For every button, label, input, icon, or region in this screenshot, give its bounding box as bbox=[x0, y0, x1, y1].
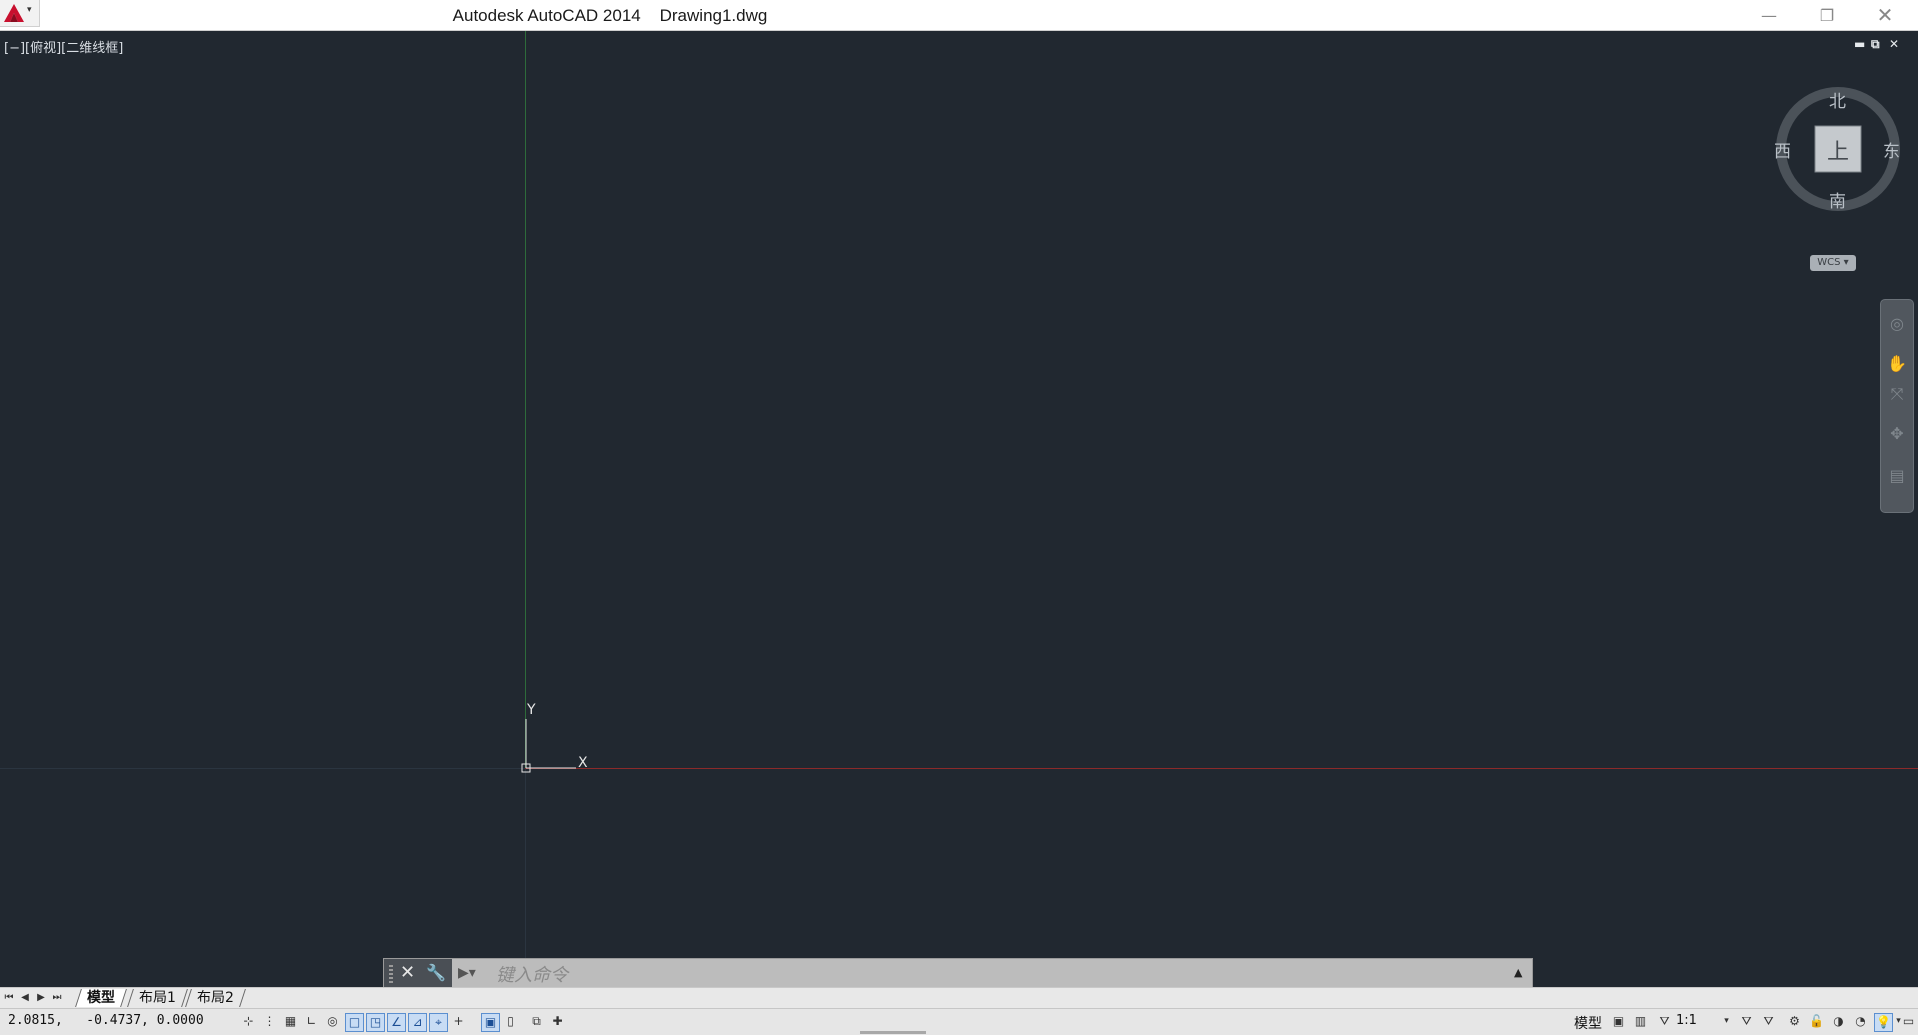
command-input[interactable] bbox=[494, 963, 1398, 987]
compass-south[interactable]: 南 bbox=[1829, 187, 1846, 212]
close-button[interactable]: ✕ bbox=[1856, 0, 1914, 30]
model-space-label[interactable]: 模型 bbox=[1574, 1013, 1602, 1033]
transparency-button[interactable]: ▣ bbox=[481, 1013, 500, 1032]
compass-north[interactable]: 北 bbox=[1829, 87, 1846, 112]
grid-display-button[interactable]: ▦ bbox=[282, 1013, 299, 1030]
navigation-bar: ◎ ✋ ⤧ ✥ ▤ bbox=[1880, 299, 1914, 513]
3d-object-snap-button[interactable]: ◳ bbox=[366, 1013, 385, 1032]
toolbar-lock-icon[interactable]: 🔓 bbox=[1808, 1013, 1825, 1030]
infer-constraints-button[interactable]: ⊹ bbox=[240, 1013, 257, 1030]
zoom-icon[interactable]: ⤧ bbox=[1887, 384, 1907, 404]
dynamic-input-button[interactable]: ⌖ bbox=[429, 1013, 448, 1032]
orbit-icon[interactable]: ✥ bbox=[1887, 424, 1907, 444]
lineweight-button[interactable]: + bbox=[450, 1013, 467, 1030]
viewport-controls-label[interactable]: [−][俯视][二维线框] bbox=[4, 37, 123, 56]
quick-properties-button[interactable]: ▯ bbox=[502, 1013, 519, 1030]
steeringwheel-icon[interactable]: ◎ bbox=[1887, 314, 1907, 334]
clean-screen-icon[interactable]: ▭ bbox=[1900, 1013, 1917, 1030]
annotation-scale-value[interactable]: 1:1 bbox=[1676, 1013, 1697, 1028]
coordinate-display[interactable]: 2.0815, -0.4737, 0.0000 bbox=[8, 1013, 204, 1028]
customize-wrench-icon[interactable]: 🔧 bbox=[426, 963, 446, 982]
layout-tab-bar: ⏮ ◀ ▶ ⏭ 模型 布局1 布局2 bbox=[0, 987, 1918, 1008]
auto-scale-icon[interactable]: ⛛ bbox=[1760, 1013, 1777, 1030]
compass-west[interactable]: 西 bbox=[1774, 137, 1791, 162]
drawing-viewport[interactable]: Y X [−][俯视][二维线框] ▬ ⧉ ✕ 上 北 南 东 西 WCS ▾ … bbox=[0, 31, 1918, 987]
tab-layout1[interactable]: 布局1 bbox=[127, 989, 188, 1007]
drawing-canvas[interactable]: Y X bbox=[0, 31, 1918, 987]
window-title: Autodesk AutoCAD 2014 Drawing1.dwg bbox=[452, 6, 768, 25]
ucs-x-label: X bbox=[578, 755, 588, 771]
annotation-scale-icon[interactable]: ⛛ bbox=[1656, 1013, 1673, 1030]
viewport-restore-button[interactable]: ⧉ bbox=[1871, 37, 1880, 52]
showmotion-icon[interactable]: ▤ bbox=[1887, 466, 1907, 486]
polar-tracking-button[interactable]: ◎ bbox=[324, 1013, 341, 1030]
annotation-visibility-icon[interactable]: ⛛ bbox=[1738, 1013, 1755, 1030]
recent-commands-icon[interactable]: ▶▾ bbox=[458, 965, 476, 981]
viewport-close-button[interactable]: ✕ bbox=[1889, 37, 1899, 51]
tab-layout2[interactable]: 布局2 bbox=[185, 989, 246, 1007]
title-bar: ▾ Autodesk AutoCAD 2014 Drawing1.dwg — ❐… bbox=[0, 0, 1918, 31]
quick-view-drawings-icon[interactable]: ▥ bbox=[1632, 1013, 1649, 1030]
command-line: ✕ 🔧 ▶▾ ▲ bbox=[383, 958, 1533, 990]
viewport-minimize-button[interactable]: ▬ bbox=[1854, 37, 1865, 51]
status-bar: 2.0815, -0.4737, 0.0000 ⊹ ⋮ ▦ ∟ ◎ □ ◳ ∠ … bbox=[0, 1008, 1918, 1035]
snap-mode-button[interactable]: ⋮ bbox=[261, 1013, 278, 1030]
workspace-switching-icon[interactable]: ⚙ bbox=[1786, 1013, 1803, 1030]
annotation-monitor-button[interactable]: ✚ bbox=[549, 1013, 566, 1030]
viewcube[interactable]: 上 北 南 东 西 WCS ▾ bbox=[1758, 69, 1918, 289]
object-snap-button[interactable]: □ bbox=[345, 1013, 364, 1032]
hardware-acceleration-icon[interactable]: ◑ bbox=[1830, 1013, 1847, 1030]
viewcube-face-top[interactable]: 上 bbox=[1827, 134, 1849, 166]
command-history-toggle-icon[interactable]: ▲ bbox=[1514, 966, 1522, 979]
ortho-mode-button[interactable]: ∟ bbox=[303, 1013, 320, 1030]
command-line-handle[interactable]: ✕ 🔧 bbox=[384, 959, 452, 989]
command-close-icon[interactable]: ✕ bbox=[400, 962, 415, 983]
next-tab-icon[interactable]: ▶ bbox=[34, 990, 48, 1005]
minimize-button[interactable]: — bbox=[1740, 0, 1798, 30]
last-tab-icon[interactable]: ⏭ bbox=[50, 990, 64, 1005]
compass-east[interactable]: 东 bbox=[1883, 137, 1900, 162]
tab-model[interactable]: 模型 bbox=[75, 989, 127, 1007]
ucs-icon: Y X bbox=[521, 702, 588, 773]
chevron-down-icon[interactable]: ▾ bbox=[1718, 1013, 1735, 1030]
dynamic-ucs-button[interactable]: ⊿ bbox=[408, 1013, 427, 1032]
selection-cycling-button[interactable]: ⧉ bbox=[528, 1013, 545, 1030]
pan-icon[interactable]: ✋ bbox=[1887, 354, 1907, 374]
object-snap-tracking-button[interactable]: ∠ bbox=[387, 1013, 406, 1032]
drag-grip-icon[interactable] bbox=[389, 965, 393, 983]
quick-view-layouts-icon[interactable]: ▣ bbox=[1610, 1013, 1627, 1030]
wcs-menu-button[interactable]: WCS ▾ bbox=[1810, 255, 1856, 271]
isolate-objects-icon[interactable]: ◔ bbox=[1852, 1013, 1869, 1030]
prev-tab-icon[interactable]: ◀ bbox=[18, 990, 32, 1005]
ucs-y-label: Y bbox=[526, 702, 536, 718]
maximize-button[interactable]: ❐ bbox=[1798, 0, 1856, 30]
first-tab-icon[interactable]: ⏮ bbox=[2, 990, 16, 1005]
